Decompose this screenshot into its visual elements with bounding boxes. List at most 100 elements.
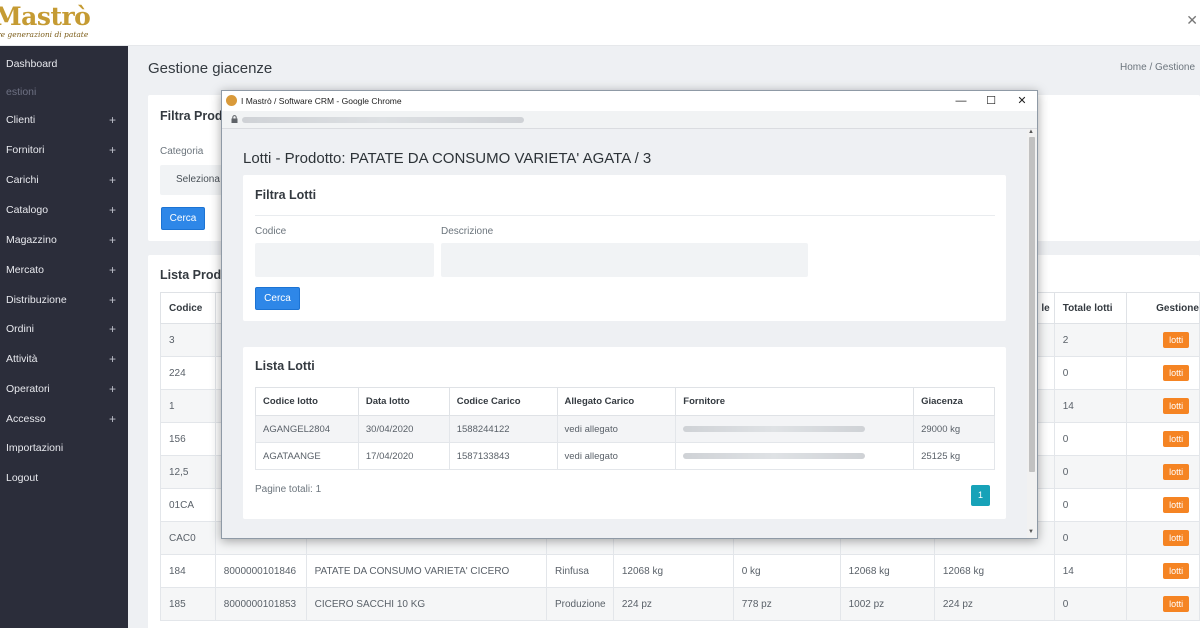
cell-totale-lotti: 0 — [1053, 455, 1128, 489]
sidebar-item-label: Distribuzione — [6, 294, 67, 306]
sidebar-item-magazzino[interactable]: Magazzino + — [0, 225, 128, 255]
column-header[interactable]: Codice Carico — [448, 387, 558, 416]
column-header[interactable]: Data lotto — [357, 387, 450, 416]
scroll-up-icon[interactable]: ▲ — [1028, 129, 1034, 135]
search-lotti-button[interactable]: Cerca — [255, 287, 300, 310]
plus-icon: + — [108, 263, 116, 277]
lotti-button[interactable]: lotti — [1163, 431, 1190, 447]
sidebar-item-label: Carichi — [6, 174, 39, 186]
table-row: 185 8000000101853 CICERO SACCHI 10 KG Pr… — [160, 587, 1200, 621]
sidebar-item-label: Dashboard — [6, 58, 58, 70]
lotti-list-title: Lista Lotti — [255, 359, 315, 373]
column-header[interactable]: Totale lotti — [1053, 292, 1128, 324]
column-header: Gestione — [1126, 292, 1200, 324]
cell-totale-lotti: 0 — [1053, 356, 1128, 390]
cell-fornitore — [675, 415, 915, 443]
cell-tipo: Rinfusa — [546, 554, 614, 588]
lotti-button[interactable]: lotti — [1163, 332, 1190, 348]
cell-allegato-link[interactable]: vedi allegato — [556, 415, 677, 443]
sidebar-item-operatori[interactable]: Operatori + — [0, 374, 128, 404]
close-icon[interactable]: ✕ — [1186, 12, 1198, 29]
sidebar-item-distribuzione[interactable]: Distribuzione + — [0, 285, 128, 315]
sidebar-item-label: Magazzino — [6, 234, 57, 246]
lotti-button[interactable]: lotti — [1163, 497, 1190, 513]
cell-actions: lotti — [1126, 521, 1200, 555]
cell-descrizione: PATATE DA CONSUMO VARIETA' CICERO — [305, 554, 548, 588]
cell-actions: lotti — [1126, 323, 1200, 357]
column-header[interactable]: Fornitore — [675, 387, 915, 416]
cell-actions: lotti — [1126, 356, 1200, 390]
blurred-url — [242, 117, 524, 123]
cell-actions: lotti — [1126, 488, 1200, 522]
filter-lotti-card: Filtra Lotti Codice Descrizione Cerca — [243, 175, 1006, 321]
codice-input[interactable] — [255, 243, 434, 277]
sidebar-item-accesso[interactable]: Accesso + — [0, 404, 128, 434]
search-products-button[interactable]: Cerca — [161, 207, 205, 230]
favicon-icon — [226, 95, 237, 106]
plus-icon: + — [108, 382, 116, 396]
cell-qty: 12068 kg — [933, 554, 1055, 588]
codice-label: Codice — [255, 226, 287, 237]
cell-codice: 224 — [160, 356, 216, 390]
plus-icon: + — [108, 412, 116, 426]
cell-allegato-link[interactable]: vedi allegato — [556, 442, 677, 470]
brand-logo[interactable]: Mastrò tre generazioni di patate — [0, 2, 104, 42]
cell-codice: 184 — [160, 554, 216, 588]
cell-codice-carico: 1587133843 — [448, 442, 558, 470]
sidebar-item-carichi[interactable]: Carichi + — [0, 165, 128, 195]
cell-codice-lotto: AGANGEL2804 — [255, 415, 359, 443]
page-title: Gestione giacenze — [148, 60, 273, 77]
sidebar-item-importazioni[interactable]: Importazioni — [0, 433, 128, 463]
breadcrumb[interactable]: Home / Gestione — [1120, 62, 1195, 73]
sidebar-item-dashboard[interactable]: Dashboard — [0, 49, 128, 79]
column-header[interactable]: Codice lotto — [255, 387, 359, 416]
column-header[interactable]: Allegato Carico — [556, 387, 677, 416]
descrizione-input[interactable] — [441, 243, 808, 277]
sidebar-item-logout[interactable]: Logout — [0, 463, 128, 493]
cell-totale-lotti: 2 — [1053, 323, 1128, 357]
cell-totale-lotti: 0 — [1053, 488, 1128, 522]
plus-icon: + — [108, 322, 116, 336]
maximize-icon[interactable]: ☐ — [981, 93, 1001, 109]
scroll-thumb[interactable] — [1029, 137, 1035, 472]
sidebar-item-ordini[interactable]: Ordini + — [0, 314, 128, 344]
cell-actions: lotti — [1126, 422, 1200, 456]
cell-totale-lotti: 0 — [1053, 521, 1128, 555]
cell-actions: lotti — [1126, 389, 1200, 423]
blurred-supplier — [683, 425, 866, 432]
lotti-button[interactable]: lotti — [1163, 464, 1190, 480]
sidebar-item-label: Logout — [6, 472, 39, 484]
lotti-button[interactable]: lotti — [1163, 365, 1190, 381]
filter-lotti-title: Filtra Lotti — [255, 188, 317, 202]
sidebar-item-catalogo[interactable]: Catalogo + — [0, 195, 128, 225]
cell-qty: 1002 pz — [839, 587, 935, 621]
lotti-button[interactable]: lotti — [1163, 596, 1190, 612]
window-close-icon[interactable]: ✕ — [1012, 93, 1032, 109]
sidebar: Dashboard estioni Clienti + Fornitori + Ca… — [0, 46, 128, 628]
scroll-down-icon[interactable]: ▼ — [1028, 529, 1034, 535]
table-header-row: Codice lotto Data lotto Codice Carico Al… — [255, 387, 995, 416]
column-header[interactable]: Giacenza — [913, 387, 995, 416]
sidebar-item-mercato[interactable]: Mercato + — [0, 255, 128, 285]
cell-tipo: Produzione — [546, 587, 614, 621]
popup-scrollbar[interactable]: ▲ ▼ — [1027, 129, 1037, 538]
column-header[interactable]: Codice — [160, 292, 216, 324]
cell-qty: 12068 kg — [612, 554, 734, 588]
cell-totale-lotti: 0 — [1053, 587, 1128, 621]
sidebar-item-clienti[interactable]: Clienti + — [0, 105, 128, 135]
lotti-button[interactable]: lotti — [1163, 530, 1190, 546]
sidebar-item-fornitori[interactable]: Fornitori + — [0, 135, 128, 165]
minimize-icon[interactable]: — — [951, 93, 971, 109]
address-bar[interactable] — [222, 111, 1037, 129]
lotti-button[interactable]: lotti — [1163, 398, 1190, 414]
lotti-button[interactable]: lotti — [1163, 563, 1190, 579]
window-titlebar[interactable]: I Mastrò / Software CRM - Google Chrome … — [222, 91, 1037, 111]
sidebar-item-attivita[interactable]: Attività + — [0, 344, 128, 374]
cell-totale-lotti: 14 — [1053, 389, 1128, 423]
plus-icon: + — [108, 113, 116, 127]
cell-qty: 12068 kg — [839, 554, 935, 588]
cell-ean: 8000000101853 — [214, 587, 307, 621]
sidebar-section-gestioni: estioni — [0, 77, 128, 107]
sidebar-item-label: Clienti — [6, 114, 36, 126]
pagination-page-button[interactable]: 1 — [971, 485, 990, 506]
